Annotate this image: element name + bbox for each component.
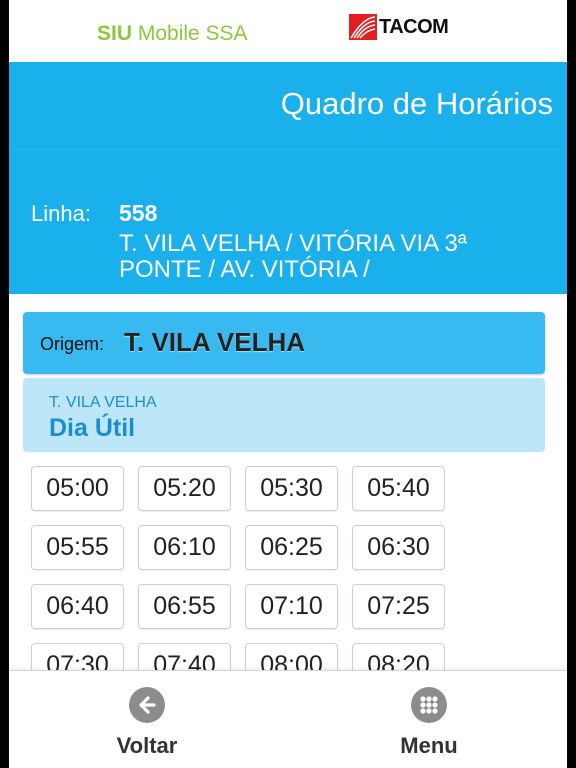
time-slot[interactable]: 07:25: [352, 584, 445, 629]
arrow-left-icon: [129, 687, 165, 723]
right-border: [567, 0, 576, 768]
title-band: Quadro de Horários: [9, 62, 567, 148]
time-slot[interactable]: 06:30: [352, 525, 445, 570]
time-slot[interactable]: 07:10: [245, 584, 338, 629]
line-label: Linha:: [31, 201, 91, 226]
time-slot[interactable]: 08:20: [352, 643, 445, 670]
tacom-logo: TACOM: [349, 13, 449, 41]
time-slot[interactable]: 08:00: [245, 643, 338, 670]
day-type-header[interactable]: T. VILA VELHA Dia Útil: [23, 378, 545, 452]
time-slot[interactable]: 05:40: [352, 466, 445, 511]
time-slot[interactable]: 05:30: [245, 466, 338, 511]
line-info: Linha: 558 T. VILA VELHA / VITÓRIA VIA 3…: [9, 148, 567, 294]
line-number: 558: [119, 200, 158, 226]
back-label: Voltar: [116, 733, 178, 758]
time-slot[interactable]: 05:20: [138, 466, 231, 511]
time-slot[interactable]: 06:25: [245, 525, 338, 570]
line-description: T. VILA VELHA / VITÓRIA VIA 3ª PONTE / A…: [119, 230, 467, 283]
time-slot[interactable]: 05:00: [31, 466, 124, 511]
day-origin: T. VILA VELHA: [49, 394, 157, 411]
origin-label: Origem:: [40, 334, 105, 354]
left-border: [0, 0, 9, 768]
brand-header: SIU Mobile SSA TACOM: [9, 0, 567, 62]
siu-logo: SIU Mobile SSA: [97, 22, 248, 45]
schedule-content[interactable]: Origem: T. VILA VELHA T. VILA VELHA Dia …: [9, 294, 567, 670]
times-grid: 05:00 05:20 05:30 05:40 05:55 06:10 06:2…: [23, 456, 545, 670]
bottom-nav: Voltar Menu: [9, 670, 567, 768]
tacom-text: TACOM: [379, 15, 449, 38]
menu-label: Menu: [400, 733, 458, 758]
time-slot[interactable]: 07:30: [31, 643, 124, 670]
page-title: Quadro de Horários: [280, 86, 553, 121]
time-slot[interactable]: 06:40: [31, 584, 124, 629]
time-slot[interactable]: 07:40: [138, 643, 231, 670]
menu-button[interactable]: Menu: [369, 687, 489, 759]
back-button[interactable]: Voltar: [87, 687, 207, 759]
origin-card: Origem: T. VILA VELHA: [23, 312, 545, 374]
day-type: Dia Útil: [49, 414, 136, 442]
origin-value: T. VILA VELHA: [124, 327, 306, 357]
time-slot[interactable]: 06:10: [138, 525, 231, 570]
tacom-emblem-icon: [349, 14, 377, 40]
grid-icon: [411, 687, 447, 723]
time-slot[interactable]: 05:55: [31, 525, 124, 570]
time-slot[interactable]: 06:55: [138, 584, 231, 629]
